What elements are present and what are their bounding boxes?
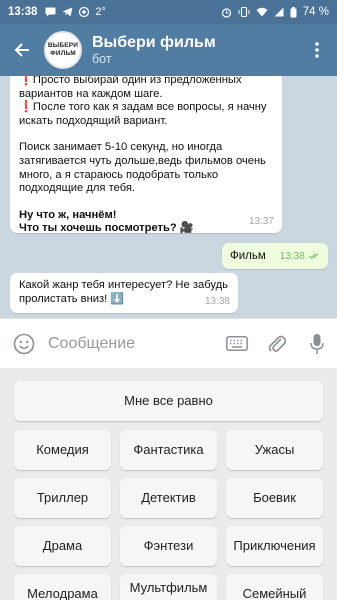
chat-subtitle: бот bbox=[92, 52, 112, 66]
sms-icon bbox=[45, 7, 56, 17]
reply-button-horror[interactable]: Ужасы bbox=[226, 430, 323, 470]
status-notification-icons: 2° bbox=[45, 6, 106, 18]
reply-button-action[interactable]: Боевик bbox=[226, 478, 323, 518]
message-line-4: Ну что ж, начнём! bbox=[19, 208, 117, 221]
more-vert-icon bbox=[315, 42, 319, 58]
attach-button[interactable] bbox=[257, 333, 297, 355]
reply-button-drama[interactable]: Драма bbox=[14, 526, 111, 566]
reply-button-thriller[interactable]: Триллер bbox=[14, 478, 111, 518]
reply-button-comedy[interactable]: Комедия bbox=[14, 430, 111, 470]
signal-icon bbox=[274, 7, 284, 17]
bot-message-question: Какой жанр тебя интересует? Не забудь пр… bbox=[10, 273, 238, 313]
message-line-3: Поиск занимает 5-10 секунд, но иногда за… bbox=[19, 141, 266, 195]
microphone-icon bbox=[310, 333, 324, 354]
telegram-icon bbox=[62, 7, 73, 17]
status-temperature: 2° bbox=[95, 6, 106, 18]
battery-icon bbox=[290, 6, 297, 17]
smiley-icon bbox=[13, 333, 35, 354]
chrome-icon bbox=[79, 7, 90, 17]
message-input[interactable]: Сообщение bbox=[48, 335, 217, 353]
alarm-icon bbox=[221, 7, 231, 18]
chat-title: Выбери фильм bbox=[92, 34, 216, 51]
bot-keyboard-button[interactable] bbox=[217, 336, 257, 351]
avatar-text-bottom: ФИЛЬМ bbox=[50, 50, 76, 57]
status-time: 13:38 bbox=[8, 6, 38, 18]
chat-header: ВЫБЕРИ ФИЛЬМ Выбери фильм бот bbox=[0, 24, 337, 76]
user-message-time: 13:38 bbox=[279, 250, 305, 262]
reply-button-adventure[interactable]: Приключения bbox=[226, 526, 323, 566]
emoji-button[interactable] bbox=[0, 333, 48, 355]
more-menu-button[interactable] bbox=[297, 24, 337, 76]
keyboard-icon bbox=[226, 336, 248, 351]
question-time: 13:38 bbox=[204, 296, 230, 308]
back-button[interactable] bbox=[0, 24, 44, 76]
arrow-back-icon bbox=[14, 43, 29, 57]
status-bar: 13:38 2° 74 % bbox=[0, 0, 337, 24]
chat-title-block[interactable]: Выбери фильм бот bbox=[92, 33, 216, 67]
reply-button-cartoon[interactable]: Мультфильм bbox=[120, 574, 217, 600]
message-line-2: ❗После того как я задам все вопросы, я н… bbox=[19, 101, 267, 127]
paperclip-icon bbox=[268, 335, 286, 352]
battery-percentage: 74 % bbox=[302, 6, 329, 18]
bot-message-intro: ❗Просто выбирай один из предложенных вар… bbox=[10, 76, 282, 235]
wifi-icon bbox=[256, 7, 268, 17]
reply-button-scifi[interactable]: Фантастика bbox=[120, 430, 217, 470]
bot-avatar[interactable]: ВЫБЕРИ ФИЛЬМ bbox=[44, 31, 82, 69]
vibrate-icon bbox=[238, 7, 250, 17]
voice-button[interactable] bbox=[297, 333, 337, 355]
message-input-bar: Сообщение bbox=[0, 318, 337, 368]
reply-button-melodrama[interactable]: Мелодрама bbox=[14, 574, 111, 600]
double-check-icon bbox=[308, 253, 318, 259]
reply-button-family[interactable]: Семейный bbox=[226, 574, 323, 600]
user-message-text: Фильм bbox=[230, 250, 266, 262]
avatar-text-top: ВЫБЕРИ bbox=[47, 42, 79, 49]
bot-reply-keyboard: Мне все равно Комедия Фантастика Ужасы Т… bbox=[0, 368, 337, 600]
message-line-5: Что ты хочешь посмотреть? 🎥 bbox=[19, 222, 194, 235]
reply-button-any[interactable]: Мне все равно bbox=[14, 381, 323, 421]
chat-messages[interactable]: ❗Просто выбирай один из предложенных вар… bbox=[0, 76, 337, 318]
question-text: Какой жанр тебя интересует? Не забудь пр… bbox=[19, 279, 228, 305]
status-system-icons: 74 % bbox=[221, 6, 329, 18]
message-time: 13:37 bbox=[248, 216, 274, 228]
user-message: Фильм 13:38 bbox=[222, 243, 328, 269]
message-line-1: ❗Просто выбирай один из предложенных вар… bbox=[19, 76, 242, 100]
reply-button-fantasy[interactable]: Фэнтези bbox=[120, 526, 217, 566]
reply-button-detective[interactable]: Детектив bbox=[120, 478, 217, 518]
